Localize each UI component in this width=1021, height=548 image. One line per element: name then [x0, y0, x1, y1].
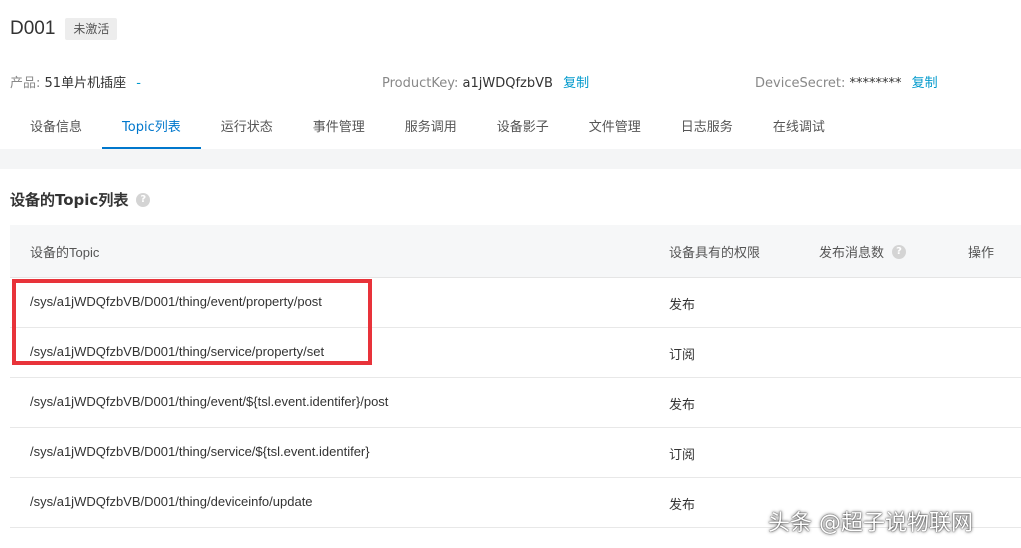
product-label: 产品: — [10, 76, 41, 91]
topic-table: 设备的Topic 设备具有的权限 发布消息数 ? 操作 /sys/a1jWDQf… — [10, 225, 1021, 528]
table-row: /sys/a1jWDQfzbVB/D001/thing/service/${ts… — [10, 428, 1021, 478]
tab-event-management[interactable]: 事件管理 — [293, 108, 385, 149]
header-message-count-label: 发布消息数 — [819, 246, 885, 261]
device-header: D001 未激活 产品: 51单片机插座 - ProductKey: a1jWD… — [0, 0, 1021, 149]
tab-topic-list[interactable]: Topic列表 — [102, 108, 201, 149]
section-title: 设备的Topic列表 ? — [10, 189, 151, 210]
devicesecret-info: DeviceSecret: ******** 复制 — [755, 72, 938, 91]
tab-device-shadow[interactable]: 设备影子 — [477, 108, 569, 149]
productkey-copy-button[interactable]: 复制 — [563, 76, 589, 91]
title-row: D001 未激活 — [10, 18, 118, 40]
help-icon[interactable]: ? — [892, 244, 907, 259]
productkey-info: ProductKey: a1jWDQfzbVB 复制 — [382, 72, 589, 91]
topic-cell: /sys/a1jWDQfzbVB/D001/thing/deviceinfo/u… — [30, 494, 313, 509]
status-badge: 未激活 — [65, 18, 118, 40]
permission-cell: 发布 — [669, 398, 696, 413]
secret-label: DeviceSecret: — [755, 76, 846, 91]
table-header: 设备的Topic 设备具有的权限 发布消息数 ? 操作 — [10, 225, 1021, 278]
secret-copy-button[interactable]: 复制 — [912, 76, 938, 91]
header-ops: 操作 — [968, 246, 995, 261]
permission-cell: 订阅 — [669, 348, 696, 363]
permission-cell: 订阅 — [669, 448, 696, 463]
highlight-annotation — [12, 279, 372, 365]
tab-online-debug[interactable]: 在线调试 — [753, 108, 845, 149]
table-row: /sys/a1jWDQfzbVB/D001/thing/event/${tsl.… — [10, 378, 1021, 428]
tab-log-service[interactable]: 日志服务 — [661, 108, 753, 149]
topic-cell: /sys/a1jWDQfzbVB/D001/thing/event/${tsl.… — [30, 394, 389, 409]
header-message-count: 发布消息数 ? — [819, 242, 907, 261]
tab-device-info[interactable]: 设备信息 — [10, 108, 102, 149]
watermark: 头条 @超子说物联网 — [768, 511, 973, 536]
productkey-label: ProductKey: — [382, 76, 459, 91]
permission-cell: 发布 — [669, 498, 696, 513]
tab-run-status[interactable]: 运行状态 — [201, 108, 293, 149]
tab-bar: 设备信息 Topic列表 运行状态 事件管理 服务调用 设备影子 文件管理 日志… — [10, 108, 845, 149]
help-icon[interactable]: ? — [136, 192, 151, 207]
secret-value: ******** — [849, 76, 902, 91]
topic-cell: /sys/a1jWDQfzbVB/D001/thing/service/${ts… — [30, 444, 370, 459]
product-value: 51单片机插座 — [44, 76, 127, 91]
tab-file-management[interactable]: 文件管理 — [569, 108, 661, 149]
header-topic: 设备的Topic — [30, 245, 100, 260]
product-info: 产品: 51单片机插座 - — [10, 72, 141, 91]
product-link[interactable]: - — [136, 76, 141, 91]
section-title-text: 设备的Topic列表 — [10, 191, 129, 209]
permission-cell: 发布 — [669, 298, 696, 313]
device-name: D001 — [10, 18, 56, 39]
tab-service-call[interactable]: 服务调用 — [385, 108, 477, 149]
section-divider — [0, 149, 1021, 169]
header-permission: 设备具有的权限 — [669, 246, 761, 261]
productkey-value: a1jWDQfzbVB — [462, 76, 553, 91]
